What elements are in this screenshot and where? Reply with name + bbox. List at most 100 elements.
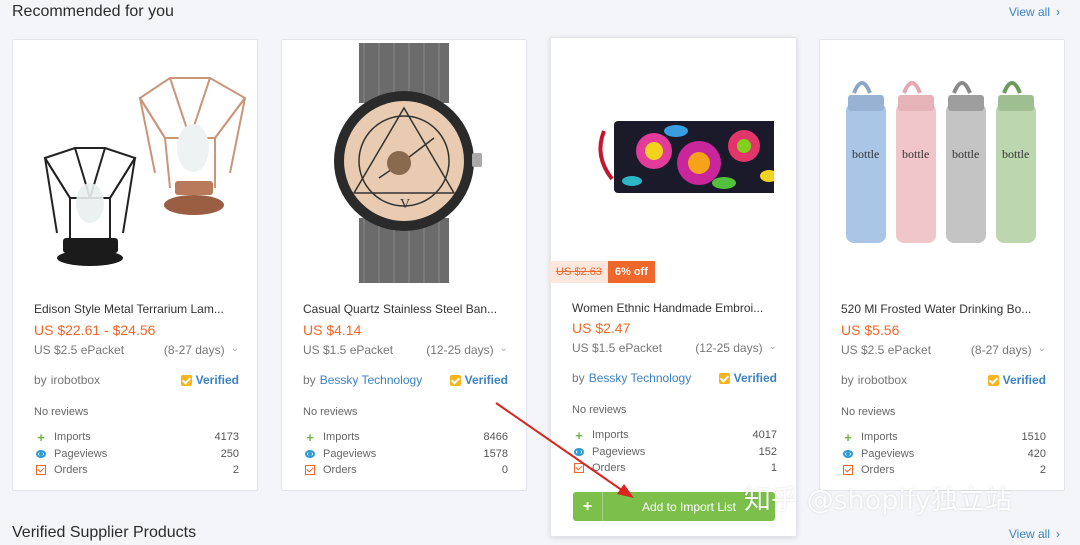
verified-label: Verified xyxy=(464,373,508,387)
product-price: US $4.14 xyxy=(303,322,362,338)
stat-imports: + Imports 4017 xyxy=(572,427,777,444)
stat-pageviews: Pageviews 1578 xyxy=(303,446,508,463)
discount-badge: US $2.63 6% off xyxy=(550,261,655,283)
stat-orders: Orders 2 xyxy=(34,462,239,479)
stat-value: 152 xyxy=(758,445,777,458)
stats-list: + Imports 8466 Pageviews 1578 Orders 0 xyxy=(303,429,508,479)
shipping-days: (8-27 days) xyxy=(163,343,225,357)
shipping-days: (12-25 days) xyxy=(426,343,494,357)
verified-check-icon xyxy=(987,374,999,386)
stat-label: Orders xyxy=(592,462,626,475)
bottle-label: bottle bottle bottle bottle xyxy=(852,147,1029,161)
plus-icon: + xyxy=(37,429,45,445)
product-title[interactable]: Women Ethnic Handmade Embroi... xyxy=(572,301,777,315)
section-title-verified-supplier: Verified Supplier Products xyxy=(12,524,197,541)
stats-list: + Imports 4173 Pageviews 250 Orders 2 xyxy=(34,429,239,479)
discount-percent: 6% off xyxy=(607,261,655,283)
verified-label: Verified xyxy=(195,373,239,387)
view-all-link[interactable]: View all › xyxy=(1009,527,1060,541)
stat-value: 1 xyxy=(770,462,777,475)
stat-label: Imports xyxy=(861,431,898,444)
stat-value: 4017 xyxy=(752,429,777,442)
shipping-row[interactable]: US $2.5 ePacket (8-27 days) ⌄ xyxy=(34,343,239,357)
embroidered-wallet-image[interactable] xyxy=(551,38,796,283)
svg-text:V: V xyxy=(400,197,410,212)
edison-lamp-image[interactable] xyxy=(13,40,257,285)
stat-label: Orders xyxy=(861,464,895,477)
stat-pageviews: Pageviews 152 xyxy=(572,444,777,461)
stat-value: 250 xyxy=(220,447,239,460)
seller-row: by Bessky Technology Verified xyxy=(572,371,777,385)
stat-label: Pageviews xyxy=(54,447,108,460)
old-price: US $2.63 xyxy=(550,261,608,283)
water-bottles-image[interactable]: bottle bottle bottle bottle xyxy=(820,40,1064,285)
stat-orders: Orders 0 xyxy=(303,462,508,479)
plus-icon: + xyxy=(844,429,852,445)
verified-check-icon xyxy=(180,374,192,386)
view-all-label[interactable]: View all xyxy=(1009,527,1050,541)
product-title[interactable]: Casual Quartz Stainless Steel Ban... xyxy=(303,302,508,316)
stat-label: Imports xyxy=(592,429,629,442)
reviews-text: No reviews xyxy=(572,404,627,416)
seller-row: by irobotbox Verified xyxy=(34,373,239,387)
shipping-row[interactable]: US $2.5 ePacket (8-27 days) ⌄ xyxy=(841,343,1046,357)
stat-label: Pageviews xyxy=(861,447,915,460)
eye-icon xyxy=(303,449,317,458)
stat-label: Orders xyxy=(323,464,357,477)
chevron-down-icon[interactable]: ⌄ xyxy=(769,341,777,355)
seller-name[interactable]: Bessky Technology xyxy=(320,373,423,387)
stat-pageviews: Pageviews 250 xyxy=(34,446,239,463)
stat-imports: + Imports 4173 xyxy=(34,429,239,446)
product-card[interactable]: US $2.63 6% off Women Ethnic Handmade Em… xyxy=(550,37,797,537)
product-card[interactable]: V Casual Quartz Stainless Steel Ban... U… xyxy=(281,39,527,491)
stat-label: Pageviews xyxy=(592,445,646,458)
seller-name: irobotbox xyxy=(50,373,101,387)
eye-icon xyxy=(34,449,48,458)
reviews-text: No reviews xyxy=(303,406,358,418)
svg-text:bottle: bottle xyxy=(852,147,879,161)
plus-icon[interactable]: + xyxy=(573,492,603,521)
shipping-row[interactable]: US $1.5 ePacket (12-25 days) ⌄ xyxy=(572,341,777,355)
product-price: US $2.47 xyxy=(572,320,631,336)
plus-icon: + xyxy=(306,429,314,445)
shipping-days: (12-25 days) xyxy=(695,341,763,355)
chevron-right-icon: › xyxy=(1056,5,1060,19)
product-card[interactable]: bottle bottle bottle bottle 520 Ml Frost… xyxy=(819,39,1065,491)
stat-label: Imports xyxy=(54,431,91,444)
seller-by: by xyxy=(841,373,854,387)
shipping-days: (8-27 days) xyxy=(970,343,1032,357)
watch-image[interactable]: V xyxy=(282,40,526,285)
product-title[interactable]: 520 Ml Frosted Water Drinking Bo... xyxy=(841,302,1046,316)
stat-value: 2 xyxy=(232,464,239,477)
plus-icon: + xyxy=(575,427,583,443)
stat-value: 4173 xyxy=(214,431,239,444)
shipping-row[interactable]: US $1.5 ePacket (12-25 days) ⌄ xyxy=(303,343,508,357)
product-price: US $22.61 - $24.56 xyxy=(34,322,156,338)
reviews-text: No reviews xyxy=(841,406,896,418)
shipping-method: US $1.5 ePacket xyxy=(303,343,394,357)
stat-value: 0 xyxy=(501,464,508,477)
verified-label: Verified xyxy=(733,371,777,385)
view-all-label[interactable]: View all xyxy=(1009,5,1050,19)
stat-value: 1510 xyxy=(1021,431,1046,444)
shipping-method: US $2.5 ePacket xyxy=(841,343,932,357)
stat-pageviews: Pageviews 420 xyxy=(841,446,1046,463)
seller-by: by xyxy=(34,373,47,387)
chevron-down-icon[interactable]: ⌄ xyxy=(500,343,508,357)
seller-name[interactable]: Bessky Technology xyxy=(589,371,692,385)
product-card[interactable]: Edison Style Metal Terrarium Lam... US $… xyxy=(12,39,258,491)
eye-icon xyxy=(841,449,855,458)
stats-list: + Imports 1510 Pageviews 420 Orders 2 xyxy=(841,429,1046,479)
view-all-link[interactable]: View all › xyxy=(1009,5,1060,19)
section-title-recommended: Recommended for you xyxy=(12,3,174,20)
stat-label: Imports xyxy=(323,431,360,444)
verified-badge: Verified xyxy=(449,373,508,387)
product-title[interactable]: Edison Style Metal Terrarium Lam... xyxy=(34,302,239,316)
chevron-down-icon[interactable]: ⌄ xyxy=(1038,343,1046,357)
orders-icon xyxy=(34,465,48,476)
chevron-down-icon[interactable]: ⌄ xyxy=(231,343,239,357)
verified-badge: Verified xyxy=(718,371,777,385)
seller-name: irobotbox xyxy=(857,373,908,387)
chevron-right-icon: › xyxy=(1056,527,1060,541)
verified-badge: Verified xyxy=(180,373,239,387)
